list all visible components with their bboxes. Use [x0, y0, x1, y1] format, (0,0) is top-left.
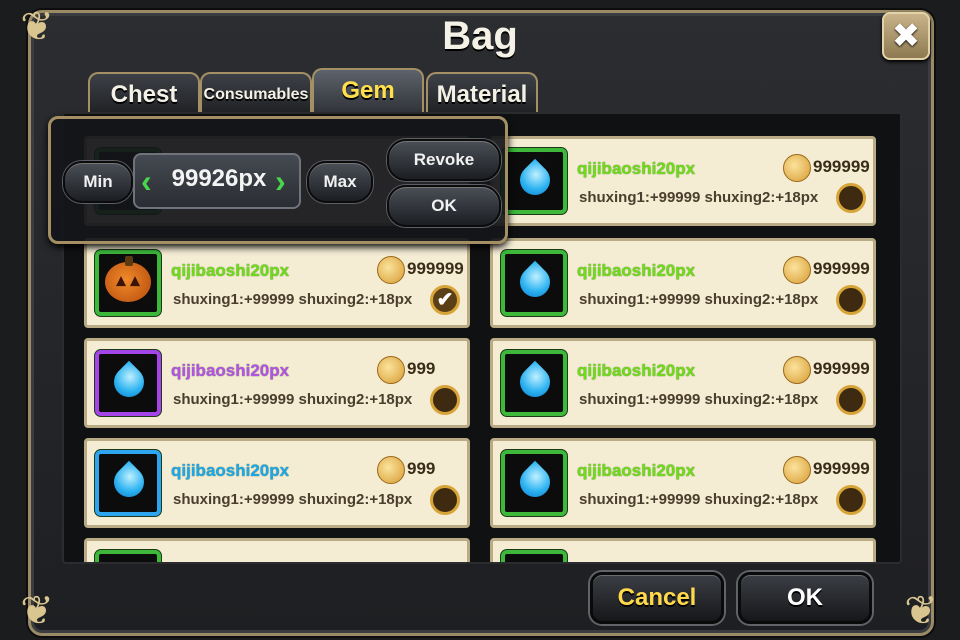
item-card[interactable]: qijibaoshi20px 999999 shuxing1:+99999 sh…	[490, 136, 876, 226]
min-button[interactable]: Min	[63, 161, 133, 203]
coin-icon	[377, 256, 405, 284]
close-button[interactable]: ✖	[882, 12, 930, 60]
decrease-arrow-icon[interactable]: ‹	[141, 161, 152, 201]
item-stats: shuxing1:+99999 shuxing2:+18px	[579, 491, 819, 508]
water-gem-icon	[107, 460, 151, 504]
item-name: qijibaoshi20px	[577, 261, 696, 280]
gem-slot: ▴ ▴	[95, 250, 161, 316]
item-card[interactable]: qijibaoshi20px 999999 shuxing1:+99999 sh…	[490, 338, 876, 428]
gem-slot	[501, 350, 567, 416]
select-checkbox[interactable]	[430, 485, 460, 515]
select-checkbox[interactable]	[836, 285, 866, 315]
item-stats: shuxing1:+99999 shuxing2:+18px	[173, 291, 413, 308]
item-card[interactable]: qijibaoshi20px 999999 shuxing1:+99999 sh…	[490, 238, 876, 328]
item-card[interactable]	[84, 538, 470, 562]
item-price: 999999	[813, 259, 870, 278]
tab-gem[interactable]: Gem	[312, 68, 424, 114]
water-gem-icon	[107, 360, 151, 404]
select-checkbox[interactable]	[430, 385, 460, 415]
item-stats: shuxing1:+99999 shuxing2:+18px	[173, 491, 413, 508]
item-price: 999999	[813, 157, 870, 176]
tab-material[interactable]: Material	[426, 72, 538, 114]
select-checkbox[interactable]	[836, 183, 866, 213]
coin-icon	[783, 356, 811, 384]
corner-ornament-bottom-right: ❦	[904, 588, 938, 634]
revoke-button[interactable]: Revoke	[387, 139, 501, 181]
item-name: qijibaoshi20px	[577, 361, 696, 380]
item-stats: shuxing1:+99999 shuxing2:+18px	[173, 391, 413, 408]
quantity-value: 99926px	[171, 165, 267, 192]
item-stats: shuxing1:+99999 shuxing2:+18px	[579, 291, 819, 308]
coin-icon	[783, 456, 811, 484]
gem-slot	[501, 148, 567, 214]
item-name: qijibaoshi20px	[171, 261, 290, 280]
item-price: 999999	[813, 459, 870, 478]
item-name: qijibaoshi20px	[171, 361, 290, 380]
item-price: 999	[407, 459, 436, 478]
water-gem-icon	[513, 260, 557, 304]
popup-ok-button[interactable]: OK	[387, 185, 501, 227]
item-name: qijibaoshi20px	[171, 461, 290, 480]
select-checkbox[interactable]	[836, 385, 866, 415]
tab-chest[interactable]: Chest	[88, 72, 200, 114]
tab-consumables[interactable]: Consumables	[200, 72, 312, 114]
item-card[interactable]: qijibaoshi20px 999 shuxing1:+99999 shuxi…	[84, 438, 470, 528]
gem-slot	[95, 450, 161, 516]
window-title: Bag	[442, 14, 518, 58]
water-gem-icon	[513, 360, 557, 404]
pumpkin-gem-icon: ▴ ▴	[105, 256, 151, 302]
item-name: qijibaoshi20px	[577, 159, 696, 178]
quantity-stepper: ‹ 99926px ›	[133, 153, 301, 209]
increase-arrow-icon[interactable]: ›	[275, 161, 286, 201]
gem-slot	[501, 250, 567, 316]
cancel-button[interactable]: Cancel	[590, 572, 724, 624]
item-stats: shuxing1:+99999 shuxing2:+18px	[579, 391, 819, 408]
checkmark-icon: ✔	[436, 289, 454, 311]
item-stats: shuxing1:+99999 shuxing2:+18px	[579, 189, 819, 206]
item-price: 999	[407, 359, 436, 378]
close-icon: ✖	[891, 16, 921, 56]
ok-button[interactable]: OK	[738, 572, 872, 624]
item-card[interactable]: ▴ ▴ qijibaoshi20px 999999 shuxing1:+9999…	[84, 238, 470, 328]
item-name: qijibaoshi20px	[577, 461, 696, 480]
select-checkbox[interactable]	[836, 485, 866, 515]
item-card[interactable]: qijibaoshi20px 999 shuxing1:+99999 shuxi…	[84, 338, 470, 428]
coin-icon	[377, 456, 405, 484]
item-price: 999999	[813, 359, 870, 378]
coin-icon	[783, 154, 811, 182]
item-price: 999999	[407, 259, 464, 278]
max-button[interactable]: Max	[307, 161, 373, 203]
corner-ornament-bottom-left: ❦	[20, 588, 54, 634]
coin-icon	[783, 256, 811, 284]
gem-slot	[95, 350, 161, 416]
water-gem-icon	[513, 158, 557, 202]
water-gem-icon	[513, 460, 557, 504]
gem-slot	[95, 550, 161, 562]
quantity-popup: Min ‹ 99926px › Max Revoke OK	[48, 116, 508, 244]
gem-slot	[501, 550, 567, 562]
item-card[interactable]	[490, 538, 876, 562]
gem-slot	[501, 450, 567, 516]
coin-icon	[377, 356, 405, 384]
item-card[interactable]: qijibaoshi20px 999999 shuxing1:+99999 sh…	[490, 438, 876, 528]
select-checkbox[interactable]: ✔	[430, 285, 460, 315]
